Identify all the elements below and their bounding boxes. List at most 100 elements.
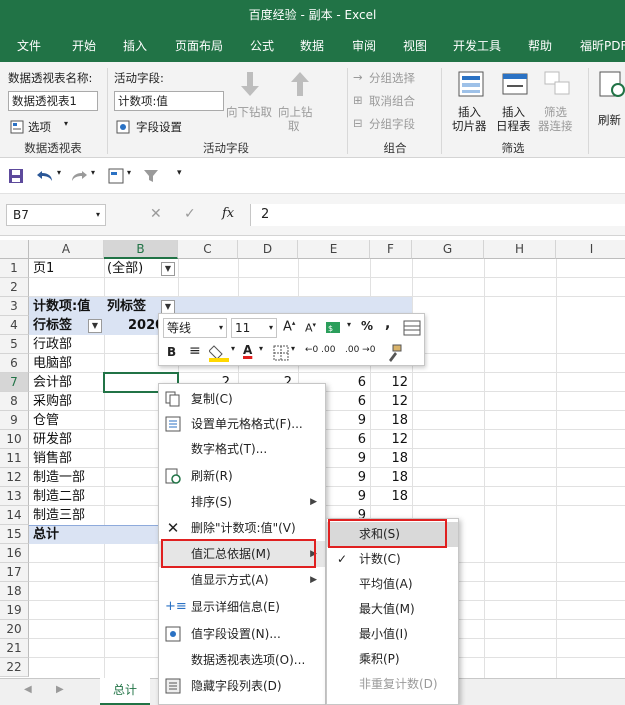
column-header-e[interactable]: E — [298, 240, 370, 259]
row-header[interactable]: 22 — [0, 658, 29, 677]
cell-b1[interactable]: (全部) — [107, 259, 143, 278]
tab-page-layout[interactable]: 页面布局 — [175, 31, 223, 62]
column-header-b[interactable]: B — [104, 240, 178, 259]
row-label-dropdown-icon[interactable]: ▼ — [88, 319, 102, 333]
tab-developer[interactable]: 开发工具 — [453, 31, 501, 62]
cell-f9[interactable]: 18 — [378, 411, 408, 430]
cell-e8[interactable]: 6 — [336, 392, 366, 411]
pivot-name-input[interactable]: 数据透视表1 — [8, 91, 98, 111]
ungroup-button[interactable]: ⊞ 取消组合 — [353, 93, 433, 111]
options-button[interactable]: 选项 ▾ — [10, 118, 80, 136]
tab-help[interactable]: 帮助 — [528, 31, 552, 62]
row-header[interactable]: 3 — [0, 297, 29, 316]
submenu-item-distinct-count[interactable]: 非重复计数(D) — [327, 672, 458, 697]
redo-icon[interactable] — [70, 168, 88, 184]
cell-f13[interactable]: 18 — [378, 487, 408, 506]
menu-item-sort[interactable]: 排序(S) ▶ — [159, 489, 325, 515]
row-header[interactable]: 7 — [0, 373, 29, 392]
column-header-f[interactable]: F — [370, 240, 412, 259]
cell-a3[interactable]: 计数项:值 — [33, 297, 90, 316]
format-painter-icon[interactable] — [385, 344, 403, 362]
font-name-box[interactable]: 等线 ▾ — [163, 318, 227, 338]
row-header[interactable]: 4 — [0, 316, 29, 335]
row-header[interactable]: 19 — [0, 601, 29, 620]
chevron-down-icon[interactable]: ▾ — [219, 319, 223, 337]
cancel-icon[interactable]: ✕ — [150, 206, 162, 222]
cell-a5[interactable]: 行政部 — [33, 335, 72, 354]
undo-dropdown-icon[interactable]: ▾ — [57, 168, 61, 177]
chevron-down-icon[interactable]: ▾ — [231, 344, 235, 353]
chevron-down-icon[interactable]: ▾ — [291, 344, 295, 353]
row-header[interactable]: 2 — [0, 278, 29, 297]
filter-connections-button[interactable]: 筛选 器连接 — [536, 70, 578, 136]
font-color-icon[interactable]: A — [243, 343, 252, 357]
column-header-d[interactable]: D — [238, 240, 298, 259]
form-icon[interactable] — [108, 168, 124, 184]
comma-icon[interactable]: , — [385, 316, 390, 332]
tab-foxit-pdf[interactable]: 福昕PDF — [580, 31, 625, 62]
sheet-tab-total[interactable]: 总计 — [100, 678, 150, 705]
cell-a10[interactable]: 研发部 — [33, 430, 72, 449]
increase-decimal-icon[interactable]: ←0 .00 — [305, 345, 335, 355]
tab-insert[interactable]: 插入 — [123, 31, 147, 62]
submenu-item-product[interactable]: 乘积(P) — [327, 647, 458, 672]
column-label-dropdown-icon[interactable]: ▼ — [161, 300, 175, 314]
row-header[interactable]: 21 — [0, 639, 29, 658]
borders-icon[interactable] — [273, 345, 289, 361]
drill-down-button[interactable]: 向下钻取 — [226, 70, 276, 132]
number-format-icon[interactable]: $ — [325, 320, 347, 336]
scroll-right-icon[interactable]: ▶ — [56, 684, 64, 695]
group-selection-button[interactable]: → 分组选择 — [353, 70, 433, 88]
cell-a1[interactable]: 页1 — [33, 259, 54, 278]
menu-item-delete-field[interactable]: ✕ 删除"计数项:值"(V) — [159, 515, 325, 541]
menu-item-pivot-options[interactable]: 数据透视表选项(O)... — [159, 647, 325, 673]
chevron-down-icon[interactable]: ▾ — [347, 320, 351, 329]
cell-f7[interactable]: 12 — [378, 373, 408, 392]
cell-e11[interactable]: 9 — [336, 449, 366, 468]
group-field-button[interactable]: ⊟ 分组字段 — [353, 116, 433, 134]
cell-a6[interactable]: 电脑部 — [33, 354, 72, 373]
refresh-button[interactable]: 刷新 — [596, 70, 625, 136]
cell-a12[interactable]: 制造一部 — [33, 468, 85, 487]
row-header[interactable]: 10 — [0, 430, 29, 449]
redo-dropdown-icon[interactable]: ▾ — [91, 168, 95, 177]
cell-a8[interactable]: 采购部 — [33, 392, 72, 411]
cell-f11[interactable]: 18 — [378, 449, 408, 468]
menu-item-format-cells[interactable]: 设置单元格格式(F)... — [159, 411, 325, 437]
tab-data[interactable]: 数据 — [300, 31, 324, 62]
cell-a15[interactable]: 总计 — [33, 525, 59, 544]
cell-a4[interactable]: 行标签 — [33, 316, 72, 335]
fill-color-icon[interactable] — [209, 344, 231, 362]
cell-a13[interactable]: 制造二部 — [33, 487, 85, 506]
customize-qat-icon[interactable]: ▾ — [177, 168, 182, 178]
menu-item-show-details[interactable]: +≡ 显示详细信息(E) — [159, 594, 325, 620]
submenu-item-max[interactable]: 最大值(M) — [327, 597, 458, 622]
filter-icon[interactable] — [143, 168, 159, 184]
increase-font-icon[interactable]: A▴ — [283, 319, 295, 334]
select-all-corner[interactable] — [0, 240, 29, 259]
submenu-item-average[interactable]: 平均值(A) — [327, 572, 458, 597]
font-size-box[interactable]: 11 ▾ — [231, 318, 277, 338]
cell-e13[interactable]: 9 — [336, 487, 366, 506]
drill-up-button[interactable]: 向上钻 取 — [278, 70, 322, 133]
undo-icon[interactable] — [36, 168, 54, 184]
menu-item-copy[interactable]: 复制(C) — [159, 386, 325, 412]
row-header[interactable]: 8 — [0, 392, 29, 411]
cell-e10[interactable]: 6 — [336, 430, 366, 449]
enter-icon[interactable]: ✓ — [184, 206, 196, 222]
cell-e12[interactable]: 9 — [336, 468, 366, 487]
row-header[interactable]: 13 — [0, 487, 29, 506]
decrease-font-icon[interactable]: A▾ — [305, 321, 316, 335]
cell-a7[interactable]: 会计部 — [33, 373, 72, 392]
submenu-item-min[interactable]: 最小值(I) — [327, 622, 458, 647]
cell-e7[interactable]: 6 — [336, 373, 366, 392]
cell-a14[interactable]: 制造三部 — [33, 506, 85, 525]
insert-timeline-button[interactable]: 插入 日程表 — [494, 70, 536, 136]
row-header[interactable]: 5 — [0, 335, 29, 354]
cell-b3[interactable]: 列标签 — [107, 297, 146, 316]
tab-file[interactable]: 文件 — [17, 31, 41, 62]
field-settings-button[interactable]: 字段设置 — [116, 118, 196, 136]
row-header[interactable]: 16 — [0, 544, 29, 563]
chevron-down-icon[interactable]: ▾ — [259, 344, 263, 353]
insert-slicer-button[interactable]: 插入 切片器 — [450, 70, 492, 136]
